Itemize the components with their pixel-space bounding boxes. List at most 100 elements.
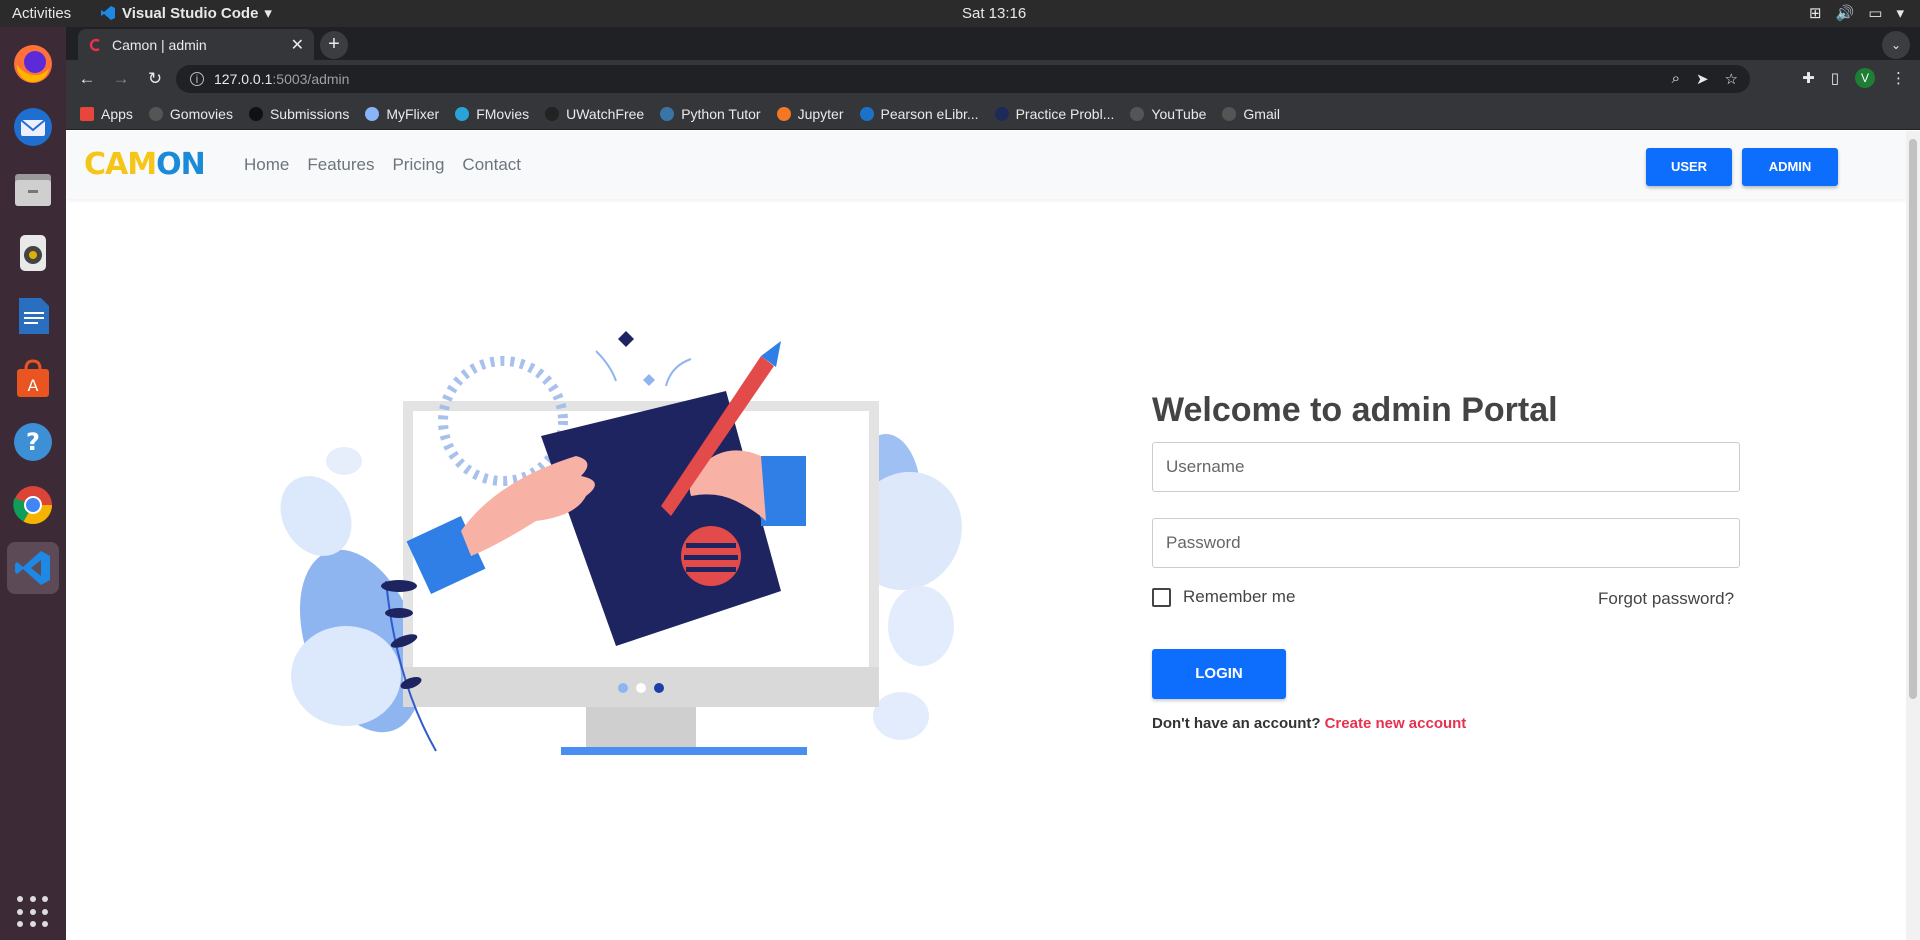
vscode-small-icon: [101, 6, 115, 20]
chevron-down-icon: ▾: [264, 5, 272, 22]
remember-checkbox[interactable]: [1152, 587, 1171, 607]
dock-thunderbird[interactable]: [7, 101, 59, 153]
bookmark-item[interactable]: Apps: [80, 106, 133, 122]
camon-logo[interactable]: CAMON: [84, 147, 206, 182]
dock-help[interactable]: ?: [7, 416, 59, 468]
zoom-icon[interactable]: ⌕: [1672, 70, 1680, 88]
dot: [618, 683, 628, 693]
svg-text:?: ?: [26, 428, 40, 456]
volume-icon: 🔊: [1835, 5, 1855, 22]
app-name: Visual Studio Code: [122, 4, 259, 22]
activities-button[interactable]: Activities: [12, 5, 71, 22]
rhythmbox-icon: [20, 235, 46, 271]
bookmark-label: Apps: [101, 105, 133, 122]
leaf-shape: [291, 626, 401, 726]
dock-vscode[interactable]: [7, 542, 59, 594]
remember-me[interactable]: Remember me: [1152, 587, 1295, 607]
apps-grid-icon: [80, 106, 94, 121]
bookmark-label: Gmail: [1243, 105, 1280, 122]
tab-strip: Camon | admin ✕ + ⌄: [66, 27, 1920, 60]
bookmark-favicon-icon: [365, 106, 380, 121]
thunderbird-icon: [14, 108, 52, 146]
dock-chrome[interactable]: [7, 479, 59, 531]
url-path: :5003/admin: [272, 71, 350, 87]
vscode-icon: [15, 551, 50, 585]
admin-button[interactable]: ADMIN: [1742, 148, 1838, 186]
username-field[interactable]: [1152, 442, 1740, 492]
scrollbar-thumb[interactable]: [1909, 139, 1917, 699]
dock-software[interactable]: A: [7, 353, 59, 405]
bookmark-favicon-icon: [660, 106, 675, 121]
new-tab-button[interactable]: +: [320, 31, 348, 59]
bookmark-label: Gomovies: [169, 105, 233, 122]
site-info-icon[interactable]: i: [190, 72, 204, 86]
system-tray[interactable]: ⊞ 🔊 ▭ ▾: [1809, 4, 1904, 22]
network-icon: ⊞: [1809, 5, 1822, 22]
dock-rhythmbox[interactable]: [7, 227, 59, 279]
signup-text: Don't have an account?: [1152, 715, 1321, 732]
bookmark-favicon-icon: [1222, 106, 1237, 121]
password-field[interactable]: [1152, 518, 1740, 568]
nav-pricing[interactable]: Pricing: [392, 155, 444, 175]
bookmark-item[interactable]: Pearson eLibr...: [859, 105, 979, 122]
nav-features[interactable]: Features: [307, 155, 374, 175]
bookmark-label: Practice Probl...: [1015, 105, 1115, 122]
site-navbar: CAMON Home Features Pricing Contact USER…: [66, 131, 1906, 199]
user-button[interactable]: USER: [1646, 148, 1732, 186]
star-icon[interactable]: ☆: [1725, 70, 1738, 88]
bookmark-favicon-icon: [776, 106, 791, 121]
address-bar[interactable]: i 127.0.0.1:5003/admin ⌕ ➤ ☆: [176, 65, 1750, 93]
bookmark-item[interactable]: UWatchFree: [545, 106, 644, 122]
bookmark-item[interactable]: Gomovies: [148, 105, 233, 122]
show-applications-icon[interactable]: [17, 896, 49, 928]
svg-text:A: A: [28, 376, 39, 395]
help-icon: ?: [14, 423, 52, 461]
tab-camon[interactable]: Camon | admin ✕: [78, 29, 314, 60]
tab-title: Camon | admin: [112, 36, 207, 53]
dock-firefox[interactable]: [7, 38, 59, 90]
dock-files[interactable]: [7, 164, 59, 216]
bookmark-label: Pearson eLibr...: [880, 105, 979, 122]
bookmark-favicon-icon: [859, 106, 874, 121]
nav-contact[interactable]: Contact: [462, 155, 521, 175]
camon-favicon-icon: [89, 38, 100, 51]
bookmark-item[interactable]: FMovies: [455, 106, 529, 122]
bookmark-label: Submissions: [269, 105, 350, 122]
profile-avatar[interactable]: V: [1855, 68, 1875, 88]
side-panel-icon[interactable]: ▯: [1831, 69, 1839, 87]
close-icon[interactable]: ✕: [291, 35, 304, 55]
reload-icon[interactable]: ↻: [144, 68, 166, 90]
leaf-shape: [873, 692, 929, 740]
bookmark-item[interactable]: Jupyter: [776, 106, 844, 122]
bookmark-item[interactable]: Practice Probl...: [994, 105, 1115, 122]
dock-writer[interactable]: [7, 290, 59, 342]
files-icon: [15, 174, 51, 206]
firefox-icon: [14, 45, 52, 83]
os-top-bar: Activities Visual Studio Code ▾ Sat 13:1…: [0, 0, 1920, 27]
bookmark-item[interactable]: Gmail: [1222, 106, 1280, 122]
clock[interactable]: Sat 13:16: [962, 5, 1026, 22]
create-account-link[interactable]: Create new account: [1325, 715, 1467, 732]
page-title: Welcome to admin Portal: [1152, 391, 1558, 429]
menu-icon[interactable]: ⋮: [1891, 69, 1906, 87]
back-icon[interactable]: ←: [76, 68, 98, 90]
bookmark-item[interactable]: YouTube: [1130, 106, 1206, 122]
bookmark-item[interactable]: Python Tutor: [660, 106, 761, 122]
battery-icon: ▭: [1868, 5, 1883, 22]
bookmark-favicon-icon: [1130, 106, 1145, 121]
web-page: CAMON Home Features Pricing Contact USER…: [66, 131, 1906, 940]
app-menu[interactable]: Visual Studio Code ▾: [100, 4, 272, 22]
bookmark-favicon-icon: [994, 106, 1009, 121]
nav-home[interactable]: Home: [244, 155, 289, 175]
software-icon: A: [17, 359, 49, 397]
forgot-password-link[interactable]: Forgot password?: [1598, 589, 1734, 609]
computer-illustration: [280, 331, 962, 755]
send-icon[interactable]: ➤: [1696, 70, 1709, 88]
bookmark-item[interactable]: Submissions: [248, 105, 350, 122]
forward-icon[interactable]: →: [110, 68, 132, 90]
bookmark-item[interactable]: MyFlixer: [365, 106, 439, 122]
extensions-icon[interactable]: ✚: [1802, 69, 1815, 87]
page-scrollbar[interactable]: [1906, 131, 1920, 940]
login-button[interactable]: LOGIN: [1152, 649, 1286, 699]
tab-search-button[interactable]: ⌄: [1882, 31, 1910, 59]
